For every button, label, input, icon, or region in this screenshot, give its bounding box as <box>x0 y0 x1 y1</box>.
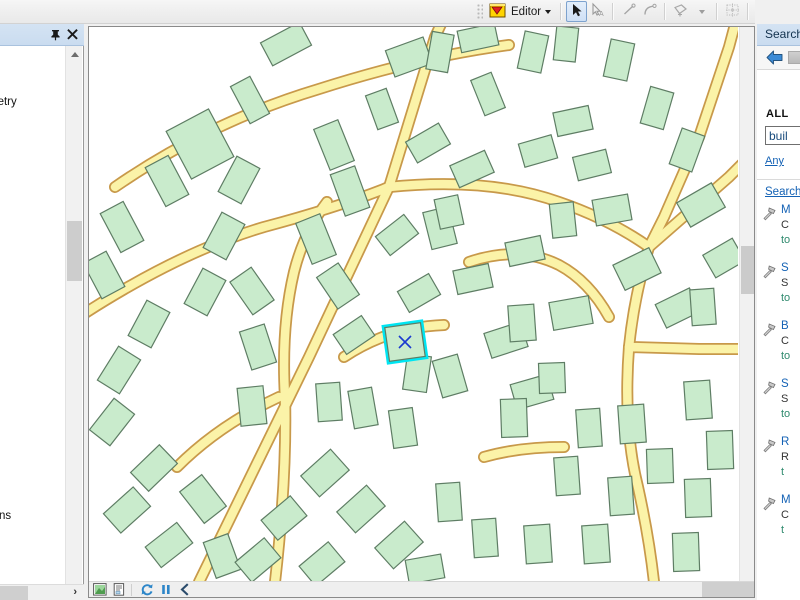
left-docked-panel: metry ions › <box>0 24 84 600</box>
selected-building <box>381 319 429 365</box>
pin-icon[interactable] <box>49 28 62 41</box>
toolbar-corner-fill <box>755 0 800 24</box>
close-icon[interactable] <box>66 28 79 41</box>
editor-menu-label: Editor <box>511 5 542 18</box>
search-result-item[interactable]: R R t <box>757 436 800 494</box>
chevron-up-icon <box>70 52 79 57</box>
panel-tab[interactable] <box>0 586 28 600</box>
editor-toolbar: Editor A <box>0 0 800 24</box>
result-subtitle: C <box>781 335 789 347</box>
result-path: to <box>781 350 791 362</box>
line-segment-icon <box>621 2 637 21</box>
search-navbar <box>757 46 800 70</box>
toolbar-separator <box>612 3 615 20</box>
tool-hammer-icon <box>762 496 777 511</box>
result-path: to <box>781 292 791 304</box>
search-scope-label: ALL <box>766 108 789 120</box>
left-panel-text-bottom: ions <box>0 510 12 522</box>
arc-segment-icon <box>642 2 658 21</box>
chevron-down-icon <box>698 9 705 14</box>
result-path: t <box>781 524 785 536</box>
toolbar-gripper[interactable] <box>476 3 483 20</box>
search-window: Search ALL buil Any Search M C to S S to… <box>757 24 800 600</box>
result-path: t <box>781 466 785 478</box>
search-input[interactable]: buil <box>765 126 800 145</box>
result-title[interactable]: S <box>781 378 789 390</box>
scroll-up-button[interactable] <box>66 46 83 63</box>
toolbar-separator <box>716 3 719 20</box>
search-input-value: buil <box>769 129 788 143</box>
result-title[interactable]: S <box>781 262 789 274</box>
snapping-tool-button[interactable] <box>722 1 743 22</box>
straight-segment-tool-button[interactable] <box>618 1 639 22</box>
result-subtitle: R <box>781 451 789 463</box>
toolbar-separator <box>560 3 563 20</box>
toolbar-separator <box>747 3 750 20</box>
tool-hammer-icon <box>762 264 777 279</box>
layout-view-button[interactable] <box>110 583 127 597</box>
left-panel-body: metry ions <box>0 46 84 600</box>
arcmap-window: Editor A try ns › Search ALL buil Any Se… <box>0 0 800 600</box>
tab-next-arrow[interactable]: › <box>73 586 77 598</box>
svg-text:A: A <box>599 11 604 18</box>
search-result-item[interactable]: S S to <box>757 378 800 436</box>
scrollbar-thumb[interactable] <box>67 221 82 281</box>
result-path: to <box>781 234 791 246</box>
annotation-cursor-icon: A <box>590 2 606 21</box>
construction-tools-dropdown[interactable] <box>691 1 712 22</box>
forward-arrow-button[interactable] <box>788 51 800 64</box>
map-vertical-scrollbar[interactable] <box>739 27 754 582</box>
search-result-item[interactable]: S S to <box>757 262 800 320</box>
scrollbar-thumb[interactable] <box>741 246 754 294</box>
edit-tool-button[interactable] <box>566 1 588 22</box>
map-canvas[interactable] <box>89 27 738 582</box>
data-view-button[interactable] <box>91 583 108 597</box>
tool-hammer-icon <box>762 438 777 453</box>
search-result-item[interactable]: M C to <box>757 204 800 262</box>
search-any-link[interactable]: Any <box>765 155 784 167</box>
back-arrow-icon[interactable] <box>766 50 783 65</box>
snapping-icon <box>724 2 741 21</box>
search-window-title: Search <box>765 27 800 41</box>
cursor-arrow-icon <box>569 2 585 21</box>
result-path: to <box>781 408 791 420</box>
result-title[interactable]: M <box>781 494 791 506</box>
editor-icon <box>489 2 506 22</box>
left-panel-text-top: metry <box>0 96 17 108</box>
previous-extent-button[interactable] <box>176 583 193 597</box>
toolbar-separator <box>664 3 667 20</box>
result-title[interactable]: R <box>781 436 789 448</box>
refresh-view-button[interactable] <box>138 583 155 597</box>
result-title[interactable]: M <box>781 204 791 216</box>
editor-menu-button[interactable]: Editor <box>486 1 556 22</box>
pause-drawing-button[interactable] <box>157 583 174 597</box>
result-subtitle: C <box>781 219 789 231</box>
arc-segment-tool-button[interactable] <box>639 1 660 22</box>
left-panel-tabbar: › <box>0 584 84 600</box>
chevron-down-icon <box>545 9 552 14</box>
left-panel-titlebar <box>0 24 84 46</box>
edit-annotation-tool-button[interactable]: A <box>587 1 608 22</box>
construction-tools-button[interactable] <box>670 1 691 22</box>
map-frame <box>88 26 755 598</box>
result-title[interactable]: B <box>781 320 789 332</box>
tool-hammer-icon <box>762 380 777 395</box>
left-panel-scrollbar[interactable] <box>65 46 82 600</box>
search-result-item[interactable]: M C t <box>757 494 800 552</box>
result-subtitle: S <box>781 393 789 405</box>
polygon-construction-icon <box>672 2 689 21</box>
result-subtitle: S <box>781 277 789 289</box>
search-titlebar: Search <box>757 24 800 46</box>
result-subtitle: C <box>781 509 789 521</box>
status-right-field <box>702 582 754 597</box>
tool-hammer-icon <box>762 206 777 221</box>
search-result-item[interactable]: B C to <box>757 320 800 378</box>
status-separator <box>131 583 132 596</box>
map-status-bar <box>89 581 754 597</box>
search-results-list: M C to S S to B C to S S to R R t M C t <box>757 204 800 600</box>
search-section-link[interactable]: Search <box>765 186 800 198</box>
tool-hammer-icon <box>762 322 777 337</box>
search-divider <box>757 179 800 180</box>
